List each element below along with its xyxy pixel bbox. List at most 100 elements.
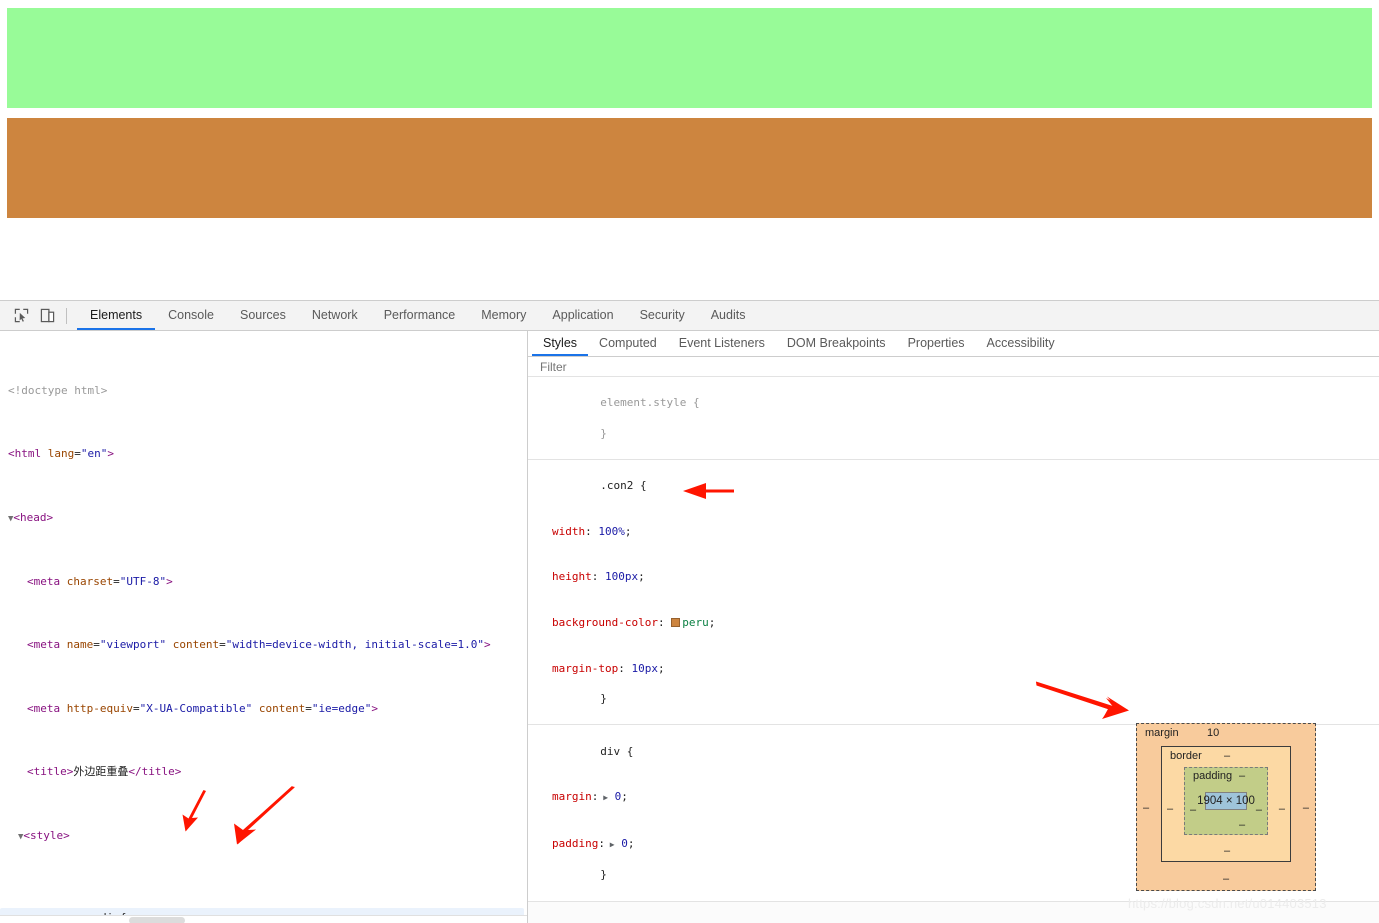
padding-label: padding	[1193, 770, 1233, 782]
border-right-value[interactable]: –	[1279, 803, 1285, 815]
attr-lang-value: en	[87, 447, 101, 461]
margin-bottom-value[interactable]: –	[1223, 873, 1229, 885]
devtools-tab-strip: Elements Console Sources Network Performance…	[77, 301, 758, 330]
devtools-panel: Elements Console Sources Network Performance…	[0, 300, 1379, 923]
page-viewport	[0, 0, 1379, 300]
scrollbar-thumb[interactable]	[129, 917, 185, 923]
style-rule-element-style[interactable]: element.style { }	[528, 377, 1379, 461]
doctype-text: <!doctype html>	[8, 383, 108, 397]
subtab-properties[interactable]: Properties	[897, 331, 976, 356]
margin-label: margin	[1145, 727, 1179, 739]
box-model-padding[interactable]: padding – – – – 1904 × 100	[1184, 767, 1268, 835]
dom-line-style-open[interactable]: ▼<style>	[0, 828, 527, 844]
dom-line-title[interactable]: <title>外边距重叠</title>	[0, 764, 527, 780]
styles-sidebar: Styles Computed Event Listeners DOM Breakpo…	[528, 331, 1379, 923]
dom-line-meta-viewport[interactable]: <meta name="viewport" content="width=dev…	[0, 637, 527, 653]
padding-bottom-value[interactable]: –	[1239, 819, 1245, 831]
dom-line-head[interactable]: ▼<head>	[0, 510, 527, 526]
decl-value[interactable]: 100%	[598, 525, 625, 538]
expand-triangle-icon[interactable]: ▶	[598, 793, 608, 802]
attr-charset: charset	[66, 574, 114, 588]
border-left-value[interactable]: –	[1167, 803, 1173, 815]
padding-left-value[interactable]: –	[1190, 804, 1196, 816]
devtools-toolbar: Elements Console Sources Network Performance…	[0, 301, 1379, 331]
title-text: 外边距重叠	[73, 765, 129, 779]
style-rule-con2[interactable]: .con2 { width: 100%; height: 100px; back…	[528, 460, 1379, 726]
preview-box-con2	[7, 118, 1372, 218]
box-model-diagram[interactable]: margin 10 – – – border – – – – padding –…	[1136, 723, 1316, 891]
styles-filter-input[interactable]	[538, 358, 1295, 375]
dom-horizontal-scrollbar[interactable]	[0, 915, 527, 923]
color-swatch-peru[interactable]	[671, 618, 681, 628]
attr-charset-value: UTF-8	[126, 574, 160, 588]
device-toolbar-icon[interactable]	[34, 303, 60, 329]
attr-lang: lang	[47, 447, 75, 461]
rule-selector: .con2 {	[600, 479, 647, 493]
decl-prop[interactable]: margin	[552, 790, 592, 803]
elements-dom-pane[interactable]: <!doctype html> <html lang="en"> ▼<head>…	[0, 331, 528, 923]
dom-tree: <!doctype html> <html lang="en"> ▼<head>…	[0, 331, 527, 923]
border-bottom-value[interactable]: –	[1224, 845, 1230, 857]
subtab-computed[interactable]: Computed	[588, 331, 668, 356]
border-top-value[interactable]: –	[1224, 750, 1230, 762]
rule-selector: element.style {	[600, 396, 700, 410]
subtab-styles[interactable]: Styles	[532, 331, 589, 356]
decl-value[interactable]: 100px	[605, 570, 638, 583]
expand-triangle-icon[interactable]: ▶	[605, 840, 615, 849]
attr-content2-value: ie=edge	[318, 701, 365, 715]
preview-box-con1	[7, 8, 1372, 108]
decl-prop-margin-top[interactable]: margin-top	[552, 662, 618, 675]
tab-console[interactable]: Console	[155, 301, 227, 330]
border-label: border	[1170, 750, 1202, 762]
subtab-event-listeners[interactable]: Event Listeners	[668, 331, 776, 356]
tab-memory[interactable]: Memory	[468, 301, 539, 330]
margin-right-value[interactable]: –	[1303, 802, 1309, 814]
decl-prop[interactable]: background-color	[552, 616, 658, 629]
decl-prop[interactable]: height	[552, 570, 592, 583]
tab-application[interactable]: Application	[539, 301, 626, 330]
attr-content2: content	[258, 701, 306, 715]
padding-right-value[interactable]: –	[1256, 804, 1262, 816]
devtools-screenshot: Elements Console Sources Network Performance…	[0, 0, 1379, 923]
tag-title-close: title	[141, 765, 175, 779]
decl-prop[interactable]: width	[552, 525, 585, 538]
tab-security[interactable]: Security	[627, 301, 698, 330]
watermark: https://blog.csdn.net/u014403513	[1128, 896, 1327, 911]
dom-line-doctype[interactable]: <!doctype html>	[0, 383, 527, 399]
decl-prop[interactable]: padding	[552, 837, 598, 850]
box-model-margin[interactable]: margin 10 – – – border – – – – padding –…	[1136, 723, 1316, 891]
decl-value[interactable]: 0	[621, 837, 628, 850]
styles-tab-strip: Styles Computed Event Listeners DOM Breakpo…	[528, 331, 1379, 357]
decl-value[interactable]: 0	[615, 790, 622, 803]
decl-value[interactable]: peru	[682, 616, 709, 629]
subtab-accessibility[interactable]: Accessibility	[976, 331, 1066, 356]
tag-title-open: title	[33, 765, 67, 779]
attr-httpequiv: http-equiv	[66, 701, 133, 715]
attr-content-value: width=device-width, initial-scale=1.0	[232, 638, 478, 652]
box-model-content[interactable]: 1904 × 100	[1197, 792, 1255, 810]
attr-httpequiv-value: X-UA-Compatible	[146, 701, 246, 715]
tab-performance[interactable]: Performance	[371, 301, 469, 330]
box-model-border[interactable]: border – – – – padding – – – – 1904 × 10…	[1161, 746, 1291, 862]
devtools-split: <!doctype html> <html lang="en"> ▼<head>…	[0, 331, 1379, 923]
dom-line-html[interactable]: <html lang="en">	[0, 446, 527, 462]
margin-left-value[interactable]: –	[1143, 802, 1149, 814]
tag-style-open: style	[30, 828, 64, 842]
content-size-value: 1904 × 100	[1197, 795, 1255, 807]
dom-line-meta-charset[interactable]: <meta charset="UTF-8">	[0, 574, 527, 590]
margin-top-value[interactable]: 10	[1207, 727, 1219, 739]
tab-audits[interactable]: Audits	[698, 301, 759, 330]
dom-line-meta-compat[interactable]: <meta http-equiv="X-UA-Compatible" conte…	[0, 701, 527, 717]
subtab-dom-breakpoints[interactable]: DOM Breakpoints	[776, 331, 897, 356]
tab-sources[interactable]: Sources	[227, 301, 299, 330]
tab-network[interactable]: Network	[299, 301, 371, 330]
decl-value-margin-top[interactable]: 10px	[631, 662, 658, 675]
attr-name-value: viewport	[106, 638, 160, 652]
styles-filter-bar[interactable]	[528, 357, 1379, 377]
toolbar-separator	[66, 307, 67, 324]
inspect-element-icon[interactable]	[8, 303, 34, 329]
tab-elements[interactable]: Elements	[77, 301, 156, 330]
toolbar-icon-group	[0, 301, 77, 330]
padding-top-value[interactable]: –	[1239, 770, 1245, 782]
tag-head: head	[20, 510, 47, 524]
